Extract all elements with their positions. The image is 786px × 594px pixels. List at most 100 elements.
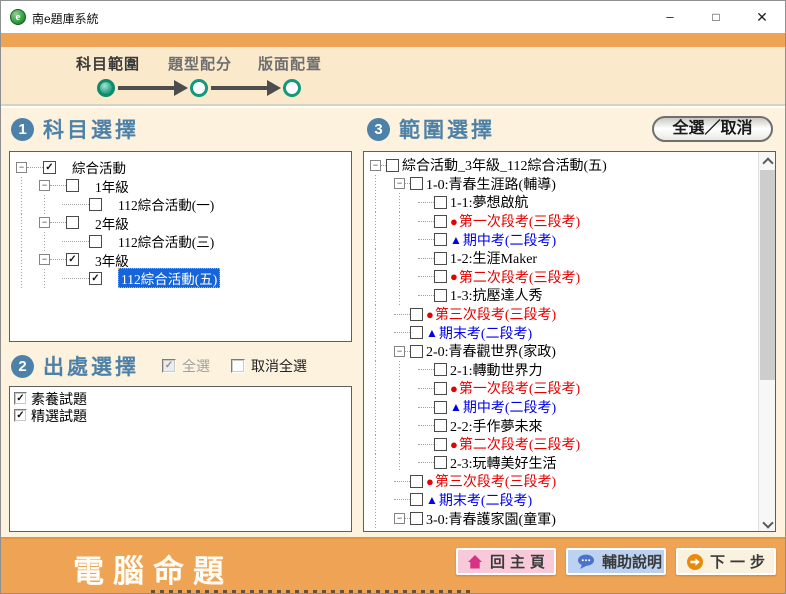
tree-guide-line xyxy=(394,193,418,212)
home-button[interactable]: 回主頁 xyxy=(456,548,556,575)
select-all-toggle-button[interactable]: 全選／取消 xyxy=(652,116,773,142)
list-item-checkbox[interactable]: ✓ xyxy=(14,409,27,422)
tree-expander[interactable]: − xyxy=(39,180,50,191)
tree-item-label[interactable]: 112綜合活動(五) xyxy=(118,268,220,288)
tree-expander[interactable]: − xyxy=(394,178,405,189)
step-layout-config[interactable]: 版面配置 xyxy=(258,53,322,74)
tree-checkbox[interactable] xyxy=(434,363,447,376)
tree-checkbox[interactable] xyxy=(410,177,423,190)
tree-item-label[interactable]: 1-1:夢想啟航 xyxy=(450,192,529,212)
scrollbar-down-button[interactable] xyxy=(759,514,776,531)
tree-checkbox[interactable]: ✓ xyxy=(66,253,79,266)
tree-expander[interactable]: − xyxy=(370,160,381,171)
tree-item-label[interactable]: 第三次段考(三段考) xyxy=(435,304,556,324)
tree-item-label[interactable]: 1-0:青春生涯路(輔導) xyxy=(426,174,556,194)
tree-checkbox[interactable] xyxy=(434,270,447,283)
tree-item-label[interactable]: 第一次段考(三段考) xyxy=(459,211,580,231)
tree-item-label[interactable]: 第三次段考(三段考) xyxy=(435,471,556,491)
minimize-button[interactable]: – xyxy=(647,1,693,33)
tree-label: 綜合活動 xyxy=(72,157,126,177)
tree-item-label[interactable]: 112綜合活動(一) xyxy=(118,194,214,214)
tree-expander[interactable]: − xyxy=(394,513,405,524)
tree-checkbox[interactable] xyxy=(434,438,447,451)
tree-expander[interactable]: − xyxy=(16,162,27,173)
tree-row: 2-3:玩轉美好生活 xyxy=(370,454,755,473)
tree-checkbox[interactable] xyxy=(434,401,447,414)
tree-checkbox[interactable] xyxy=(410,512,423,525)
tree-checkbox[interactable]: ✓ xyxy=(43,161,56,174)
tree-checkbox[interactable]: ✓ xyxy=(89,272,102,285)
tree-item-label[interactable]: 第二次段考(三段考) xyxy=(459,267,580,287)
tree-item-label[interactable]: 2-2:手作夢未來 xyxy=(450,416,543,436)
tree-item-label[interactable]: 綜合活動_3年級_112綜合活動(五) xyxy=(402,155,607,175)
tree-checkbox[interactable] xyxy=(434,196,447,209)
tree-checkbox[interactable] xyxy=(434,252,447,265)
tree-checkbox[interactable] xyxy=(66,179,79,192)
tree-item-label[interactable]: 1-2:生涯Maker xyxy=(450,248,537,268)
tree-checkbox[interactable] xyxy=(434,289,447,302)
range-panel-title: 範圍選擇 xyxy=(399,114,495,144)
tree-guide-line xyxy=(370,212,394,231)
help-button[interactable]: 輔助說明 xyxy=(566,548,666,575)
step-circle-1[interactable] xyxy=(97,79,115,97)
tree-checkbox[interactable] xyxy=(434,419,447,432)
tree-item-label[interactable]: 1-3:抗壓達人秀 xyxy=(450,285,543,305)
tree-checkbox[interactable] xyxy=(434,382,447,395)
step-circle-2[interactable] xyxy=(190,79,208,97)
deselect-all-checkbox[interactable] xyxy=(231,359,245,373)
tree-checkbox[interactable] xyxy=(66,216,79,229)
step-question-allocation[interactable]: 題型配分 xyxy=(168,53,232,74)
tree-item-label[interactable]: 期中考(二段考) xyxy=(463,397,556,417)
tree-item-label[interactable]: 期末考(二段考) xyxy=(439,490,532,510)
tree-item-label[interactable]: 2年級 xyxy=(95,213,129,233)
scrollbar-track[interactable] xyxy=(758,152,775,531)
list-item-label[interactable]: 精選試題 xyxy=(31,406,87,426)
tree-checkbox[interactable] xyxy=(410,493,423,506)
tree-checkbox[interactable] xyxy=(386,159,399,172)
tree-item-label[interactable]: 第二次段考(三段考) xyxy=(459,434,580,454)
tree-checkbox[interactable] xyxy=(89,235,102,248)
next-step-button[interactable]: 下一步 xyxy=(676,548,776,575)
scrollbar-thumb[interactable] xyxy=(760,170,775,380)
tree-checkbox[interactable] xyxy=(434,215,447,228)
tree-item-label[interactable]: 第一次段考(三段考) xyxy=(459,378,580,398)
select-all-checkbox[interactable]: ✓ xyxy=(162,359,176,373)
tree-row: ●第二次段考(三段考) xyxy=(370,268,755,287)
tree-checkbox[interactable] xyxy=(434,233,447,246)
tree-expander[interactable]: − xyxy=(39,217,50,228)
deselect-all-label: 取消全選 xyxy=(251,356,307,376)
tree-item-label[interactable]: 3-0:青春護家園(童軍) xyxy=(426,509,556,529)
tree-label: ●第二次段考(三段考) xyxy=(450,267,580,287)
tree-checkbox[interactable] xyxy=(410,308,423,321)
close-button[interactable]: ✕ xyxy=(739,1,785,33)
step-circle-3[interactable] xyxy=(283,79,301,97)
tree-item-label[interactable]: 期末考(二段考) xyxy=(439,323,532,343)
tree-item-label[interactable]: 期中考(二段考) xyxy=(463,230,556,250)
list-item-checkbox[interactable]: ✓ xyxy=(14,392,27,405)
tree-checkbox[interactable] xyxy=(410,475,423,488)
tree-checkbox[interactable] xyxy=(89,198,102,211)
tree-expander[interactable]: − xyxy=(394,346,405,357)
tree-item-label[interactable]: 綜合活動 xyxy=(72,157,126,177)
tree-expander[interactable]: − xyxy=(39,254,50,265)
step-subject-range[interactable]: 科目範圍 xyxy=(76,53,140,74)
tree-label: 2-2:手作夢未來 xyxy=(450,416,543,436)
tree-guide-line xyxy=(394,435,418,454)
tree-item-label[interactable]: 3年級 xyxy=(95,250,129,270)
tree-checkbox[interactable] xyxy=(434,456,447,469)
tree-connector xyxy=(418,258,434,259)
scrollbar-up-button[interactable] xyxy=(759,152,776,169)
tree-item-label[interactable]: 2-3:玩轉美好生活 xyxy=(450,453,557,473)
maximize-button[interactable]: □ xyxy=(693,1,739,33)
tree-label: 2-1:轉動世界力 xyxy=(450,360,543,380)
tree-item-label[interactable]: 2-1:轉動世界力 xyxy=(450,360,543,380)
list-item: ✓素養試題 xyxy=(14,390,347,407)
tree-checkbox[interactable] xyxy=(410,345,423,358)
tree-connector xyxy=(418,444,434,445)
tree-row: − 3-0:青春護家園(童軍) xyxy=(370,509,755,528)
tree-item-label[interactable]: 1年級 xyxy=(95,176,129,196)
tree-item-label[interactable]: 2-0:青春觀世界(家政) xyxy=(426,341,556,361)
tree-guide-line xyxy=(394,379,418,398)
tree-checkbox[interactable] xyxy=(410,326,423,339)
tree-item-label[interactable]: 112綜合活動(三) xyxy=(118,231,214,251)
